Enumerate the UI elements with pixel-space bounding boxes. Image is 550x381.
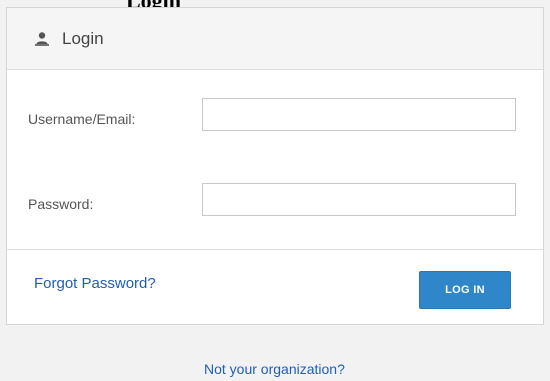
panel-title: Login [62, 28, 104, 48]
panel-footer: Forgot Password? LOG IN [7, 249, 543, 324]
login-panel: Login Username/Email: Password: Forgot P… [6, 7, 544, 325]
panel-header: Login [7, 8, 543, 70]
login-page: Login Login Username/Email: Password: Fo… [0, 0, 550, 381]
password-input[interactable] [202, 183, 516, 216]
username-label: Username/Email: [28, 111, 136, 127]
username-input[interactable] [202, 98, 516, 131]
login-form: Username/Email: Password: [7, 70, 543, 248]
login-button[interactable]: LOG IN [419, 271, 511, 309]
user-icon [34, 31, 50, 47]
forgot-password-link[interactable]: Forgot Password? [34, 275, 156, 292]
password-label: Password: [28, 196, 94, 212]
not-your-organization-link[interactable]: Not your organization? [204, 361, 345, 377]
